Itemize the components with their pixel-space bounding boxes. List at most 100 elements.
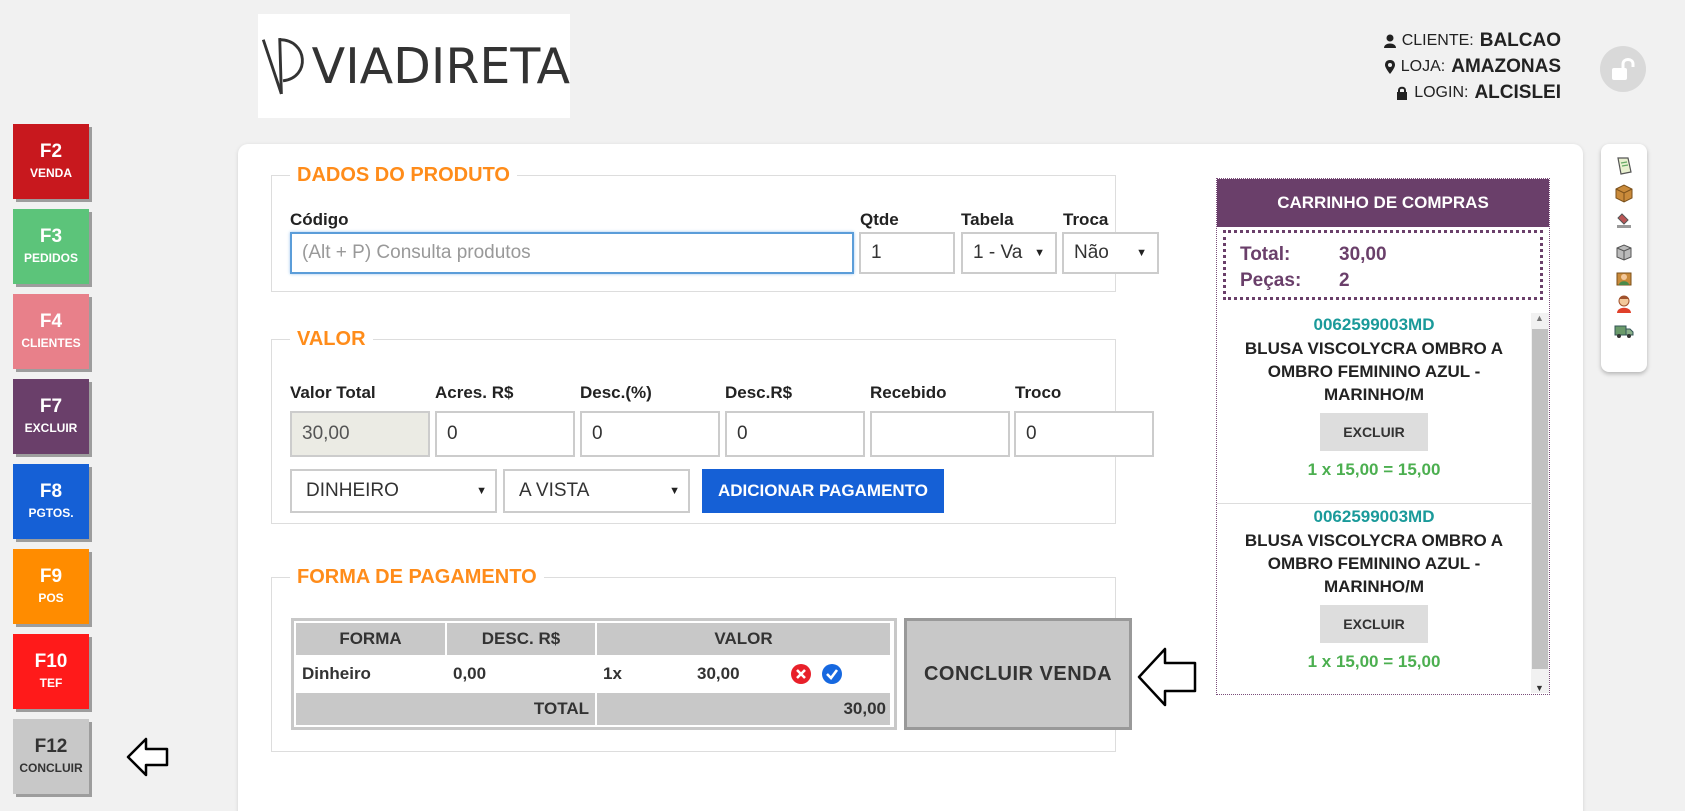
check-circle-icon[interactable] xyxy=(821,664,842,685)
row-forma: Dinheiro xyxy=(296,655,447,693)
login-row: LOGIN: ALCISLEI xyxy=(1384,80,1561,106)
adicionar-pagamento-button[interactable]: ADICIONAR PAGAMENTO xyxy=(702,469,944,513)
loja-label: LOJA: xyxy=(1400,58,1446,75)
acres-label: Acres. R$ xyxy=(435,383,514,402)
box-icon[interactable] xyxy=(1614,183,1634,203)
cliente-row: CLIENTE: BALCAO xyxy=(1383,28,1561,54)
package-icon[interactable] xyxy=(1614,242,1634,262)
excluir-item-button[interactable]: EXCLUIR xyxy=(1320,413,1428,451)
cart-total-row: Total: 30,00 xyxy=(1240,242,1540,268)
user-box-icon[interactable] xyxy=(1614,268,1634,288)
f9-label: POS xyxy=(38,591,64,605)
vd-logo-icon xyxy=(261,38,304,95)
item-qty: 1 x 15,00 = 15,00 xyxy=(1307,460,1441,479)
f12-label: CONCLUIR xyxy=(19,761,83,775)
item-divider xyxy=(1217,503,1531,504)
f7-excluir-button[interactable]: F7 EXCLUIR xyxy=(13,379,89,454)
desc-pct-label: Desc.(%) xyxy=(580,383,652,402)
arrow-left-icon xyxy=(126,737,169,777)
scroll-thumb[interactable] xyxy=(1532,329,1548,669)
user-info: CLIENTE: BALCAO LOJA: AMAZONAS LOGIN: AL… xyxy=(1383,28,1561,106)
cart-pecas-value: 2 xyxy=(1339,270,1350,291)
cart-scrollbar[interactable]: ▲ ▼ xyxy=(1531,313,1549,693)
acres-input[interactable]: 0 xyxy=(435,411,575,457)
stamp-icon[interactable] xyxy=(1614,210,1634,230)
cliente-label: CLIENTE: xyxy=(1401,32,1474,49)
pagamento-legend: FORMA DE PAGAMENTO xyxy=(297,566,537,588)
login-label: LOGIN: xyxy=(1414,84,1469,101)
f8-pgtos-button[interactable]: F8 PGTOS. xyxy=(13,464,89,539)
f9-pos-button[interactable]: F9 POS xyxy=(13,549,89,624)
f4-label: CLIENTES xyxy=(21,336,81,350)
f12-concluir-button[interactable]: F12 CONCLUIR xyxy=(13,719,89,794)
qtde-input[interactable]: 1 xyxy=(859,232,955,274)
f3-pedidos-button[interactable]: F3 PEDIDOS xyxy=(13,209,89,284)
forma-select[interactable]: DINHEIRO ▼ xyxy=(290,469,497,513)
desc-rs-input[interactable]: 0 xyxy=(725,411,865,457)
row-desc: 0,00 xyxy=(446,655,597,693)
person-icon[interactable] xyxy=(1614,294,1634,314)
f7-label: EXCLUIR xyxy=(24,421,78,435)
table-total-row: TOTAL 30,00 xyxy=(296,693,892,725)
troca-label: Troca xyxy=(1063,210,1109,229)
scroll-up-icon[interactable]: ▲ xyxy=(1535,313,1544,323)
note-icon[interactable] xyxy=(1614,156,1634,176)
condicao-value: A VISTA xyxy=(519,480,590,501)
item-code: 0062599003MD xyxy=(1313,507,1435,526)
condicao-select[interactable]: A VISTA ▼ xyxy=(503,469,690,513)
desc-rs-label: Desc.R$ xyxy=(725,383,793,402)
chevron-down-icon: ▼ xyxy=(476,485,487,497)
table-header-row: FORMA DESC. R$ VALOR xyxy=(296,623,892,655)
loja-row: LOJA: AMAZONAS xyxy=(1384,54,1561,80)
produto-legend: DADOS DO PRODUTO xyxy=(297,164,510,186)
cart-summary: Total: 30,00 Peças: 2 xyxy=(1223,230,1543,300)
chevron-down-icon: ▼ xyxy=(1034,247,1045,259)
desc-pct-input[interactable]: 0 xyxy=(580,411,720,457)
user-icon xyxy=(1383,34,1396,48)
map-marker-icon xyxy=(1384,60,1395,74)
excluir-item-button[interactable]: EXCLUIR xyxy=(1320,605,1428,643)
total-value: 30,00 xyxy=(596,693,892,725)
row-parcelas: 1x xyxy=(596,655,691,693)
f12-key: F12 xyxy=(34,736,68,757)
arrow-left-icon xyxy=(1137,647,1197,707)
codigo-input[interactable]: (Alt + P) Consulta produtos xyxy=(290,232,854,274)
unlock-icon xyxy=(1612,58,1635,80)
qtde-label: Qtde xyxy=(860,210,899,229)
tabela-select[interactable]: 1 - Va ▼ xyxy=(961,232,1057,274)
pagamento-table-wrapper: FORMA DESC. R$ VALOR Dinheiro 0,00 1x 30… xyxy=(291,618,897,730)
f4-key: F4 xyxy=(39,311,63,332)
row-actions xyxy=(790,655,892,693)
f10-label: TEF xyxy=(39,676,63,690)
tabela-label: Tabela xyxy=(961,210,1014,229)
f3-label: PEDIDOS xyxy=(23,251,78,265)
concluir-venda-button[interactable]: CONCLUIR VENDA xyxy=(904,618,1132,730)
item-qty: 1 x 15,00 = 15,00 xyxy=(1307,652,1441,671)
col-forma: FORMA xyxy=(296,623,447,655)
cart-pecas-label: Peças: xyxy=(1240,270,1302,291)
f2-key: F2 xyxy=(39,141,63,162)
valor-legend: VALOR xyxy=(297,328,366,350)
scroll-down-icon[interactable]: ▼ xyxy=(1535,683,1544,693)
f2-venda-button[interactable]: F2 VENDA xyxy=(13,124,89,199)
list-item: 0062599003MD BLUSA VISCOLYCRA OMBRO A OM… xyxy=(1217,507,1531,672)
cart-title: CARRINHO DE COMPRAS xyxy=(1217,179,1549,227)
item-code: 0062599003MD xyxy=(1313,315,1435,334)
valor-total-label: Valor Total xyxy=(290,383,376,402)
troca-select[interactable]: Não ▼ xyxy=(1062,232,1159,274)
truck-icon[interactable] xyxy=(1614,320,1634,340)
forma-value: DINHEIRO xyxy=(306,480,399,501)
unlock-button[interactable] xyxy=(1600,46,1646,92)
f8-key: F8 xyxy=(39,481,63,502)
codigo-label: Código xyxy=(290,210,349,229)
remove-circle-icon[interactable] xyxy=(791,664,811,685)
tabela-value: 1 - Va xyxy=(973,242,1023,263)
item-name: BLUSA VISCOLYCRA OMBRO A OMBRO FEMININO … xyxy=(1244,531,1504,596)
valor-total-input: 30,00 xyxy=(290,411,430,457)
f10-tef-button[interactable]: F10 TEF xyxy=(13,634,89,709)
troco-input[interactable]: 0 xyxy=(1014,411,1154,457)
f4-clientes-button[interactable]: F4 CLIENTES xyxy=(13,294,89,369)
recebido-input[interactable] xyxy=(870,411,1010,457)
company-logo: VIADIRETA xyxy=(258,14,570,118)
f9-key: F9 xyxy=(39,566,63,587)
